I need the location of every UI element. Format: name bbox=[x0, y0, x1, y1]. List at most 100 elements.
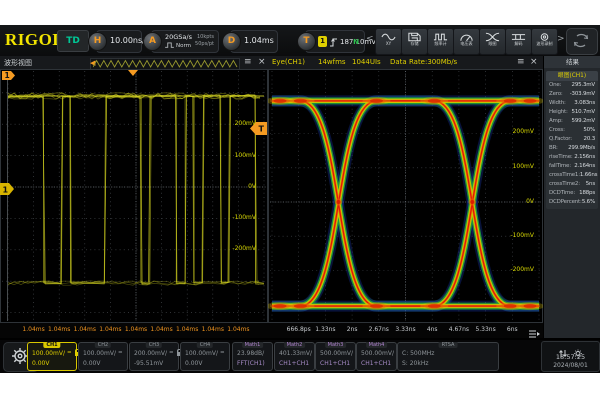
measurement-label: Cross: bbox=[549, 126, 565, 135]
channel-tab: CH4 bbox=[197, 342, 213, 348]
clock-date: 2024/08/01 bbox=[542, 362, 599, 370]
channel-offset: 0.00V bbox=[32, 360, 49, 367]
eye-time-label: 3.33ns bbox=[392, 326, 420, 333]
eye-menu-icon[interactable]: ≡ bbox=[517, 57, 525, 68]
acq-mode-row: Norm bbox=[165, 42, 191, 49]
trigger-knob[interactable]: T bbox=[297, 32, 316, 51]
channel-box-ch1[interactable]: CH1100.00mV/=0.00V bbox=[27, 342, 77, 371]
measurement-label: Amp: bbox=[549, 117, 563, 126]
toolbar-button-label: 眼图 bbox=[481, 42, 504, 47]
svg-text:1: 1 bbox=[5, 71, 10, 80]
measurement-label: DCDPercent: bbox=[549, 198, 582, 207]
rigol-logo: RIGOL bbox=[5, 30, 64, 50]
waveform-menu-icon[interactable]: ≡ bbox=[244, 57, 252, 68]
math-tab: Math1 bbox=[242, 342, 264, 348]
measurement-row: riseTime:2.156ns bbox=[546, 153, 598, 162]
wave-volt-label: 100mV bbox=[226, 152, 256, 159]
toolbar-button-decode[interactable]: 解码 bbox=[505, 28, 532, 55]
wave-time-label: 1.04ms bbox=[45, 326, 73, 333]
measurement-value: 1.66ns bbox=[580, 171, 597, 180]
wave-time-label: 1.04ms bbox=[122, 326, 150, 333]
eye-time-label: 2.67ns bbox=[365, 326, 393, 333]
trigger-source-flag[interactable]: 1 bbox=[2, 71, 15, 80]
svg-text:1: 1 bbox=[3, 186, 9, 195]
channel-scale: 200.00mV/= bbox=[134, 350, 182, 357]
rtsa-span: S: 20kHz bbox=[402, 360, 429, 367]
eye-volt-label: 100mV bbox=[504, 163, 534, 170]
measurement-value: 510.7mV bbox=[572, 108, 595, 117]
channel-box-ch4[interactable]: CH4100.00mV/=0.00V bbox=[180, 342, 230, 371]
eye-close-icon[interactable]: × bbox=[530, 57, 538, 68]
math-box-math2[interactable]: Math2401.33mV/CH1+CH1 bbox=[274, 342, 315, 371]
toolbar-button-dvm[interactable]: 电压表 bbox=[453, 28, 480, 55]
wave-time-label: 1.04ms bbox=[96, 326, 124, 333]
channel1-offset-marker[interactable]: 1 bbox=[0, 183, 14, 195]
toolbar-button-label: 解码 bbox=[507, 42, 530, 47]
horizontal-knob[interactable]: H bbox=[88, 32, 107, 51]
waveform-canvas[interactable]: T11 bbox=[0, 69, 268, 323]
channel-box-ch2[interactable]: CH2100.00mV/=0.00V bbox=[78, 342, 128, 371]
measurement-label: crossTime2: bbox=[549, 180, 580, 189]
channel-scale: 100.00mV/= bbox=[32, 350, 80, 357]
trigger-position-marker[interactable] bbox=[128, 70, 138, 76]
record-icon bbox=[537, 32, 552, 42]
toolbar-next-chevron[interactable]: > bbox=[557, 34, 565, 44]
memory-depth-group: 10kpts50ps/pt bbox=[195, 34, 214, 48]
eye-time-label: 2ns bbox=[338, 326, 366, 333]
math-box-math4[interactable]: Math4500.00mV/CH1+CH1 bbox=[356, 342, 397, 371]
eye-diagram-canvas[interactable] bbox=[268, 69, 543, 323]
toolbar-button-counter[interactable]: 频率计 bbox=[427, 28, 454, 55]
channel-box-ch3[interactable]: CH3200.00mV/=-95.51mV bbox=[129, 342, 179, 371]
square-wave-icon bbox=[165, 42, 174, 49]
wave-time-label: 1.04ms bbox=[20, 326, 48, 333]
run-state-button[interactable]: TD bbox=[57, 30, 89, 52]
eye-ui-count: 1044UIs bbox=[352, 58, 381, 66]
toolbar-button-xy[interactable]: XY bbox=[375, 28, 402, 55]
toolbar-button-storage[interactable]: 存储 bbox=[401, 28, 428, 55]
dc-coupling-icon: = bbox=[67, 351, 72, 356]
more-tools-button[interactable] bbox=[566, 28, 598, 55]
sample-rate: 20GSa/s bbox=[165, 33, 192, 41]
eye-measurements-card[interactable]: 眼图(CH1) One:295.3mVZero:-303.9mVWidth:3.… bbox=[546, 71, 598, 209]
math-expression: CH1+CH1 bbox=[361, 360, 391, 367]
math-box-math1[interactable]: Math1 23.98dB/FFT(CH1) bbox=[232, 342, 273, 371]
measurement-row: One:295.3mV bbox=[546, 81, 598, 90]
waveform-time-axis: 1.04ms1.04ms1.04ms1.04ms1.04ms1.04ms1.04… bbox=[0, 323, 268, 338]
math-tab: Math3 bbox=[325, 342, 347, 348]
measurement-value: 3.083ns bbox=[574, 99, 595, 108]
eye-panel-title: Eye(CH1) bbox=[272, 58, 305, 66]
waveform-close-icon[interactable]: × bbox=[258, 57, 266, 68]
rtsa-box[interactable]: RTSA C: 500MHz S: 20kHz bbox=[397, 342, 499, 371]
memory-depth: 10kpts bbox=[197, 34, 214, 40]
clock-time: 18:57:25 bbox=[542, 353, 599, 362]
toolbar-button-record[interactable]: 波形录制 bbox=[531, 28, 558, 55]
waveform-panel-title: 波形视图 bbox=[4, 58, 32, 68]
math-scale: 23.98dB/ bbox=[237, 350, 264, 357]
eye-wfms-count: 14wfms bbox=[318, 58, 346, 66]
toolbar-button-eye[interactable]: 眼图 bbox=[479, 28, 506, 55]
eye-volt-label: 200mV bbox=[504, 128, 534, 135]
eye-measurements-tab[interactable]: 眼图(CH1) bbox=[546, 71, 598, 81]
eye-time-label: 1.33ns bbox=[311, 326, 339, 333]
toolbar-button-label: 电压表 bbox=[455, 42, 478, 47]
measurement-value: 599.2mV bbox=[572, 117, 595, 126]
acquisition-knob[interactable]: A bbox=[143, 32, 162, 51]
math-box-math3[interactable]: Math3500.00mV/CH1+CH1 bbox=[315, 342, 356, 371]
clock-box[interactable]: 18:57:25 2024/08/01 bbox=[541, 341, 600, 372]
eye-time-label: 6ns bbox=[498, 326, 526, 333]
math-expression: FFT(CH1) bbox=[237, 360, 265, 367]
horizontal-scale-value: 10.00ns/ bbox=[110, 36, 145, 45]
acq-mode: Norm bbox=[176, 43, 191, 49]
math-tab: Math2 bbox=[284, 342, 306, 348]
delay-knob[interactable]: D bbox=[222, 32, 241, 51]
toolbar-prev-chevron[interactable]: < bbox=[366, 34, 374, 44]
measurement-row: BR:299.9Mb/s bbox=[546, 144, 598, 153]
measurement-value: 295.3mV bbox=[572, 81, 595, 90]
eye-volt-label: -100mV bbox=[504, 232, 534, 239]
channel-offset: 0.00V bbox=[185, 360, 202, 367]
storage-icon bbox=[407, 32, 422, 42]
eye-time-label: 4ns bbox=[418, 326, 446, 333]
measurement-row: Width:3.083ns bbox=[546, 99, 598, 108]
rtsa-tab: RTSA bbox=[439, 342, 458, 348]
oscilloscope-screen: RIGOL TD H 10.00ns/ A 20GSa/s Norm 10kpt… bbox=[0, 25, 600, 373]
